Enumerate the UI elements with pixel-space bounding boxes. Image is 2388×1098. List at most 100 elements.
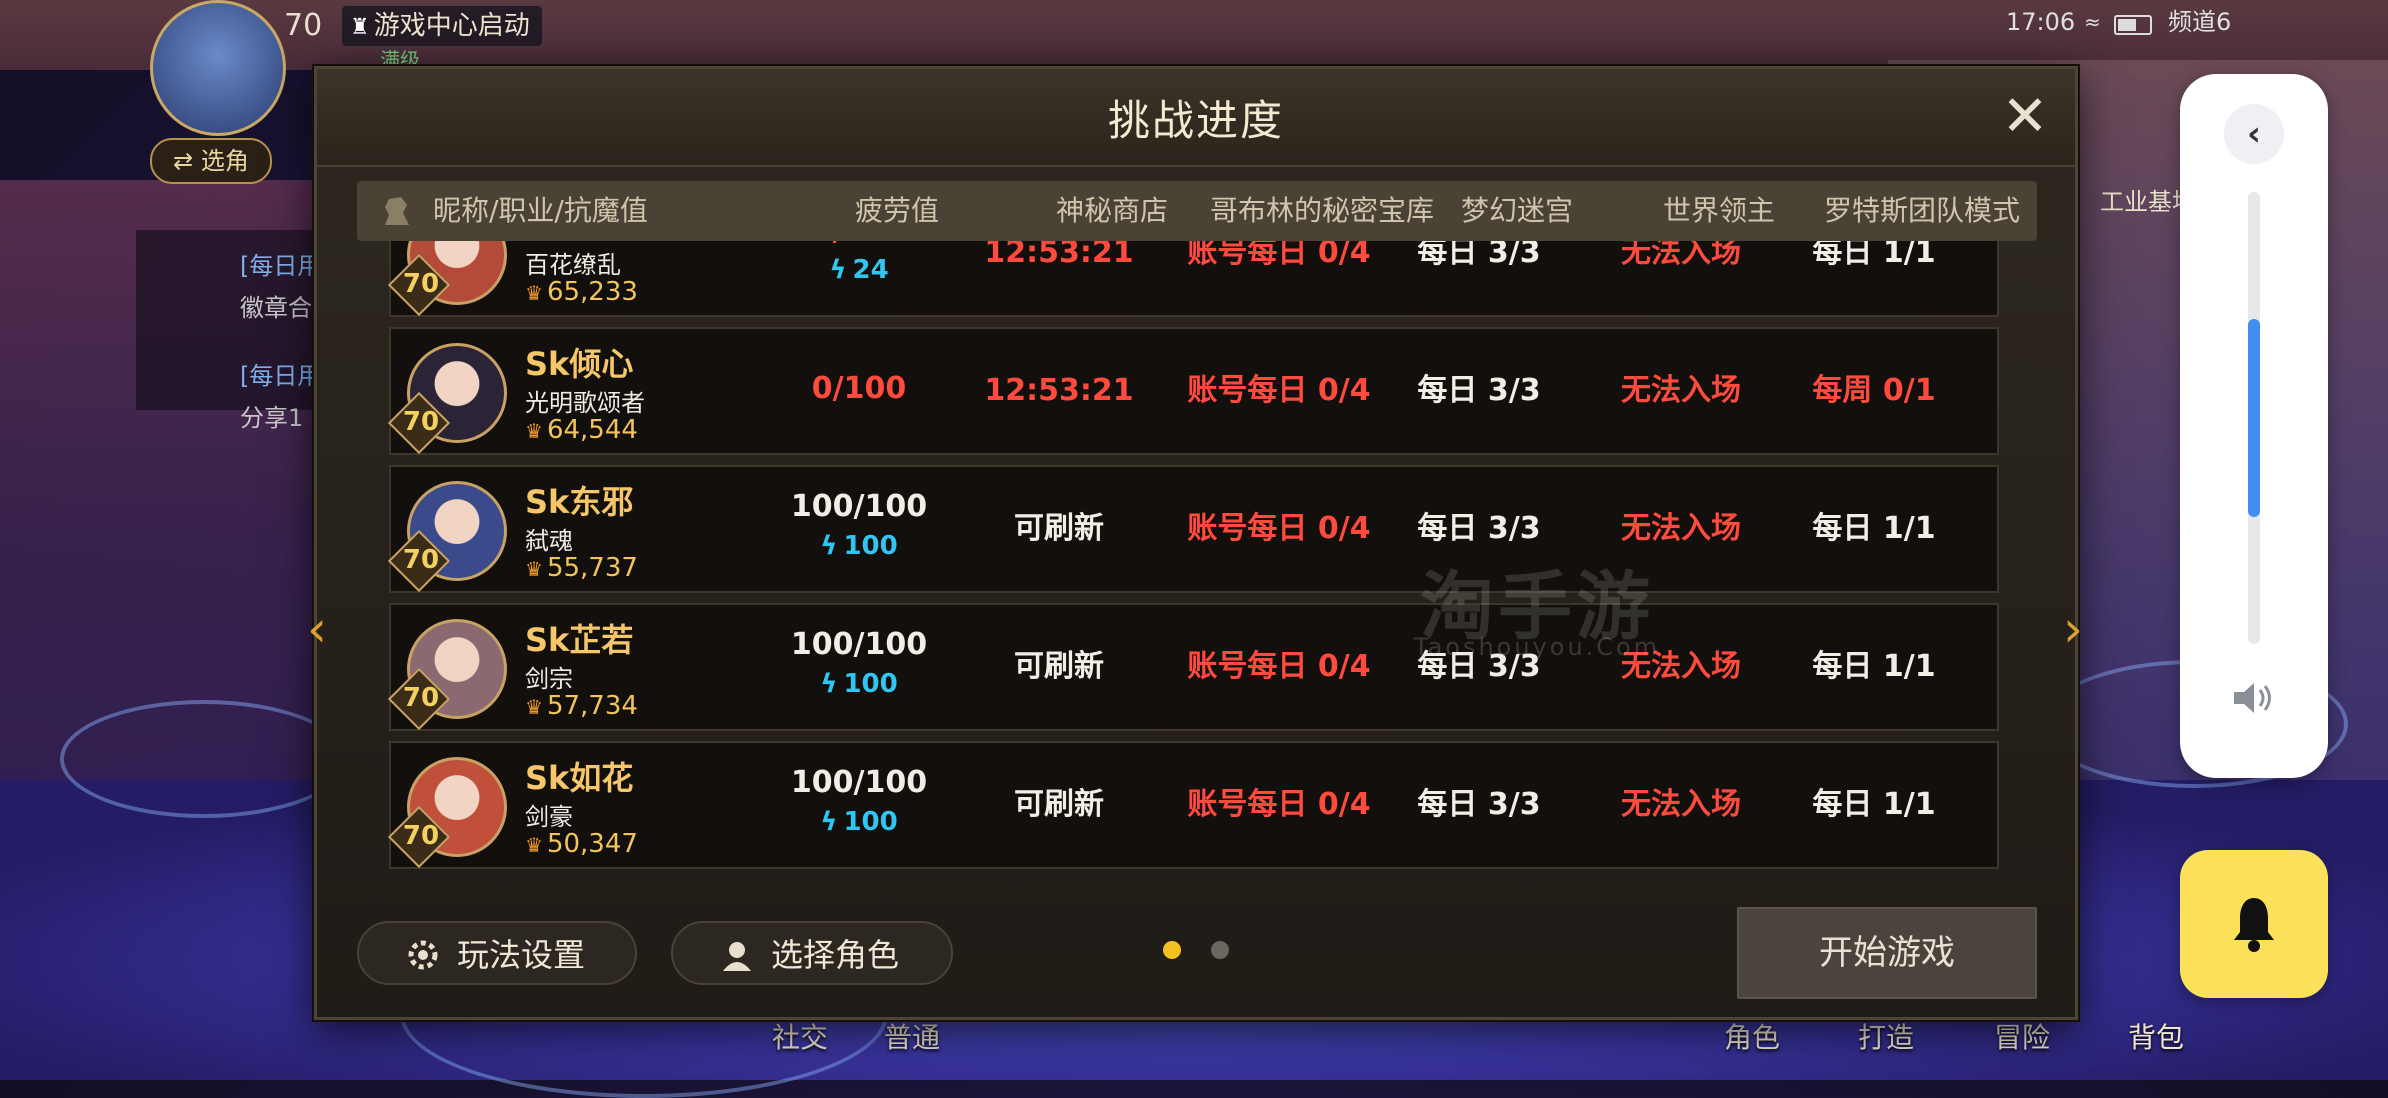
dream-maze-status: 每日 3/3: [1417, 649, 1541, 684]
goblin-vault-status: 账号每日 0/4: [1187, 241, 1371, 270]
fatigue-regen: ϟ 100: [759, 807, 959, 837]
player-avatar[interactable]: [150, 0, 286, 136]
nav-bag[interactable]: 背包: [2128, 1016, 2184, 1056]
quest-line: 分享1: [240, 404, 304, 432]
lightning-icon: ϟ: [820, 807, 838, 837]
character-row[interactable]: 70 Sk东邪 弑魂 ♛ 55,737 100/100 ϟ 100 可刷新 账号每日 0/4 每日 …: [387, 465, 1999, 593]
character-row[interactable]: 70 Sk如花 剑豪 ♛ 50,347 100/100 ϟ 100 可刷新 账号每日 0/4 每日 …: [387, 741, 1999, 869]
world-boss-status: 无法入场: [1621, 373, 1741, 408]
fatigue-regen: ϟ 24: [759, 255, 959, 285]
goblin-vault-status: 账号每日 0/4: [1187, 787, 1371, 822]
character-job: 百花缭乱: [525, 251, 621, 279]
character-level: 70: [402, 545, 440, 575]
bell-icon: [2234, 898, 2274, 952]
character-job: 弑魂: [525, 527, 573, 555]
column-header-raid: 罗特斯团队模式: [1823, 194, 2020, 227]
choose-character-button[interactable]: 选择角色: [671, 921, 953, 985]
raid-status: 每日 1/1: [1812, 241, 1936, 270]
goblin-vault-status: 账号每日 0/4: [1187, 649, 1371, 684]
lightning-icon: ϟ: [829, 255, 847, 285]
page-indicator-active[interactable]: [1163, 941, 1181, 959]
raid-status: 每日 1/1: [1812, 511, 1936, 546]
fatigue-value: 0/100: [759, 241, 959, 248]
mystery-shop-status: 12:53:21: [984, 241, 1134, 270]
game-center-icon: ♜: [350, 15, 370, 40]
dialog-title: 挑战进度: [1107, 96, 1284, 145]
close-icon[interactable]: ✕: [1997, 89, 2053, 147]
column-header-maze: 梦幻迷宫: [1460, 194, 1573, 227]
anti-magic-value: ♛ 50,347: [525, 829, 638, 859]
chevron-left-icon[interactable]: ‹: [2224, 104, 2284, 164]
notification-bell-button[interactable]: [2180, 850, 2328, 998]
column-header: 昵称/职业/抗魔值 疲劳值 神秘商店 哥布林的秘密宝库 梦幻迷宫 世界领主 罗特…: [357, 181, 2037, 241]
anti-magic-number: 50,347: [546, 829, 638, 859]
fatigue-regen-value: 100: [843, 807, 898, 837]
start-game-button[interactable]: 开始游戏: [1737, 907, 2037, 999]
character-job: 光明歌颂者: [525, 389, 645, 417]
wifi-icon: ≈: [2084, 10, 2101, 34]
lightning-icon: ϟ: [820, 669, 838, 699]
anti-magic-value: ♛ 57,734: [525, 691, 638, 721]
quest-line: 徽章合: [240, 294, 312, 322]
battery-icon: [2114, 15, 2152, 35]
quest-line[interactable]: [每日用: [240, 246, 321, 281]
quest-line[interactable]: [每日用: [240, 356, 321, 391]
fatigue-regen: ϟ 100: [759, 669, 959, 699]
gameplay-settings-button[interactable]: 玩法设置: [357, 921, 637, 985]
column-header-world-boss: 世界领主: [1662, 194, 1775, 227]
chevron-left-icon[interactable]: ‹: [295, 601, 339, 657]
fatigue-cell: 100/100 ϟ 100: [759, 605, 959, 729]
anti-magic-icon: ♛: [525, 281, 543, 305]
fatigue-regen-value: 100: [843, 669, 898, 699]
mystery-shop-status: 可刷新: [1014, 649, 1104, 684]
character-row[interactable]: 70 Sk芷若 剑宗 ♛ 57,734 100/100 ϟ 100 可刷新 账号每日 0/4 每日 …: [387, 603, 1999, 731]
world-boss-status: 无法入场: [1621, 511, 1741, 546]
fatigue-value: 100/100: [790, 489, 928, 524]
character-row[interactable]: 70 Sk倾心 光明歌颂者 ♛ 64,544 0/100 12:53:21 账号每日 0/4 每…: [387, 327, 1999, 455]
fatigue-cell: 100/100 ϟ 100: [759, 467, 959, 591]
chevron-right-icon[interactable]: ›: [2051, 601, 2095, 657]
dream-maze-status: 每日 3/3: [1417, 511, 1541, 546]
gear-icon: [408, 940, 438, 970]
raid-status: 每周 0/1: [1812, 373, 1936, 408]
goblin-vault-status: 账号每日 0/4: [1187, 373, 1371, 408]
challenge-progress-dialog: 挑战进度 ✕ 昵称/职业/抗魔值 疲劳值 神秘商店 哥布林的秘密宝库 梦幻迷宫 …: [307, 66, 2083, 1020]
world-boss-status: 无法入场: [1621, 787, 1741, 822]
player-level: 70: [284, 8, 323, 43]
character-name: Sk倾心: [525, 345, 634, 383]
nav-craft[interactable]: 打造: [1858, 1016, 1914, 1056]
character-list[interactable]: 70Sk小花百花缭乱♛65,2330/100ϟ2412:53:21账号每日 0/…: [317, 241, 2075, 955]
game-center-badge[interactable]: ♜ 游戏中心启动: [342, 6, 542, 46]
anti-magic-icon: ♛: [525, 557, 543, 581]
anti-magic-value: ♛ 55,737: [525, 553, 638, 583]
anti-magic-value: ♛ 64,544: [525, 415, 638, 445]
fatigue-value: 100/100: [790, 765, 928, 800]
nav-character[interactable]: 角色: [1724, 1016, 1780, 1056]
page-indicator[interactable]: [1211, 941, 1229, 959]
nav-social[interactable]: 社交: [772, 1016, 828, 1056]
choose-character-label: 选择角色: [771, 936, 900, 974]
character-silhouette-icon: [385, 197, 409, 225]
game-center-label: 游戏中心启动: [373, 11, 530, 41]
fatigue-cell: 0/100: [759, 329, 959, 453]
speaker-icon[interactable]: [2230, 678, 2280, 718]
character-name: Sk芷若: [525, 621, 634, 659]
nav-normal[interactable]: 普通: [884, 1016, 940, 1056]
mystery-shop-status: 可刷新: [1014, 787, 1104, 822]
volume-fill: [2248, 318, 2260, 518]
anti-magic-icon: ♛: [525, 833, 543, 857]
raid-status: 每日 1/1: [1812, 649, 1936, 684]
mystery-shop-status: 可刷新: [1014, 511, 1104, 546]
goblin-vault-status: 账号每日 0/4: [1187, 511, 1371, 546]
fatigue-regen-value: 24: [852, 255, 889, 285]
nav-adventure[interactable]: 冒险: [1994, 1016, 2050, 1056]
anti-magic-icon: ♛: [525, 419, 543, 443]
fatigue-regen-value: 100: [843, 531, 898, 561]
volume-slider[interactable]: [2248, 192, 2260, 644]
switch-character-button[interactable]: ⇄ 选角: [150, 138, 272, 184]
gameplay-settings-label: 玩法设置: [457, 936, 586, 974]
anti-magic-number: 65,233: [546, 277, 638, 307]
character-name: Sk如花: [525, 759, 634, 797]
character-row[interactable]: 70Sk小花百花缭乱♛65,2330/100ϟ2412:53:21账号每日 0/…: [387, 241, 1999, 317]
fatigue-cell: 100/100 ϟ 100: [759, 743, 959, 867]
